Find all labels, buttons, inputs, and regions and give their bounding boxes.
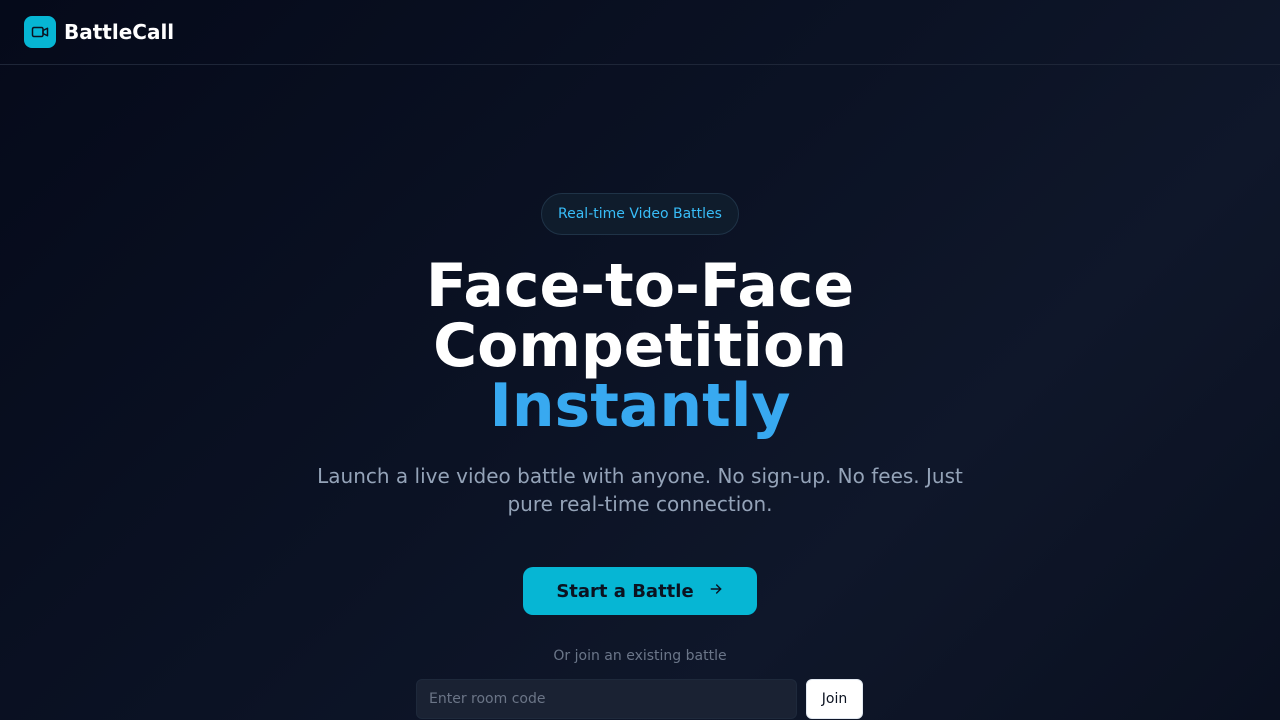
feature-badge: Real-time Video Battles [541, 193, 739, 235]
brand-name[interactable]: BattleCall [64, 20, 174, 44]
hero-headline: Face-to-Face Competition Instantly [0, 256, 1280, 436]
room-code-input[interactable] [416, 679, 797, 719]
headline-line-1: Face-to-Face [425, 251, 855, 321]
arrow-right-icon [708, 581, 724, 602]
hero-subtitle: Launch a live video battle with anyone. … [317, 464, 963, 516]
start-battle-button[interactable]: Start a Battle [523, 567, 757, 615]
join-hint: Or join an existing battle [553, 648, 727, 664]
headline-line-2: Competition [433, 311, 847, 381]
start-battle-label: Start a Battle [556, 580, 694, 602]
join-button[interactable]: Join [806, 679, 863, 719]
headline-accent: Instantly [489, 371, 791, 441]
video-camera-icon[interactable] [24, 16, 56, 48]
top-navbar: BattleCall [0, 0, 1280, 65]
